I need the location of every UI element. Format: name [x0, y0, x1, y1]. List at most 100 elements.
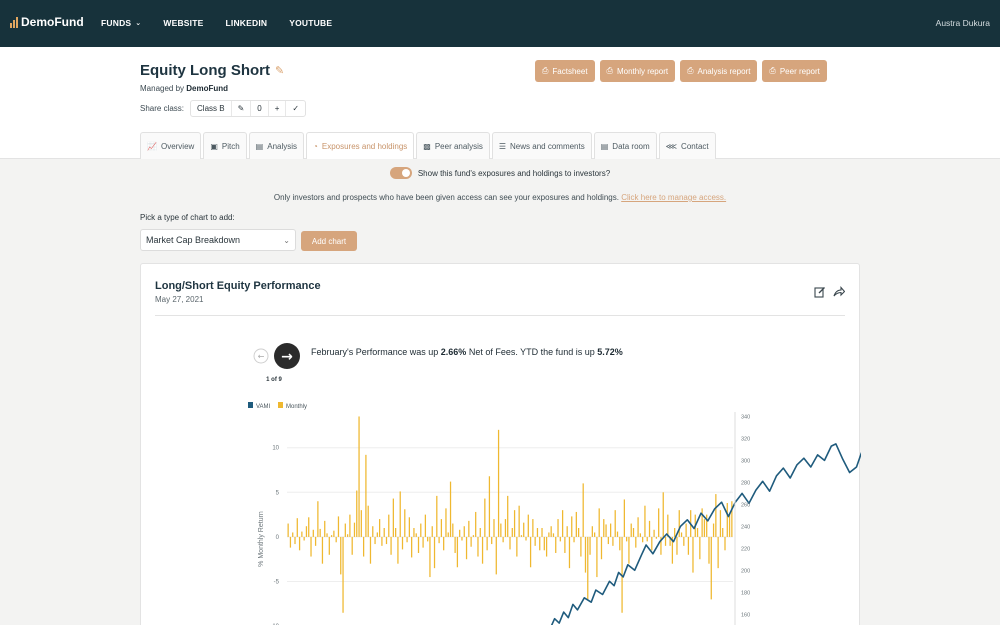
share-class-value[interactable]: Class B — [191, 101, 232, 116]
monthly-bar[interactable] — [340, 536, 342, 575]
monthly-bar[interactable] — [443, 536, 445, 551]
monthly-bar[interactable] — [511, 528, 513, 537]
monthly-bar[interactable] — [614, 510, 616, 537]
monthly-bar[interactable] — [335, 536, 337, 543]
monthly-bar[interactable] — [486, 536, 488, 551]
monthly-bar[interactable] — [525, 536, 527, 541]
monthly-bar[interactable] — [456, 536, 459, 568]
monthly-bar[interactable] — [303, 536, 305, 541]
monthly-bar[interactable] — [429, 536, 431, 578]
monthly-bar[interactable] — [710, 536, 712, 600]
monthly-bar[interactable] — [479, 528, 481, 537]
monthly-bar[interactable] — [628, 536, 630, 564]
edit-share-class-icon[interactable]: ✎ — [232, 101, 252, 116]
monthly-bar[interactable] — [703, 519, 706, 537]
monthly-bar[interactable] — [619, 536, 621, 551]
monthly-bar[interactable] — [571, 516, 573, 537]
monthly-bar[interactable] — [539, 536, 541, 551]
monthly-bar[interactable] — [678, 510, 680, 537]
monthly-bar[interactable] — [392, 498, 394, 537]
monthly-bar[interactable] — [447, 532, 449, 537]
monthly-bar[interactable] — [461, 536, 463, 541]
monthly-bar[interactable] — [680, 532, 683, 537]
monthly-bar[interactable] — [344, 523, 346, 537]
monthly-bar[interactable] — [401, 536, 404, 550]
monthly-bar[interactable] — [395, 528, 397, 537]
monthly-bar[interactable] — [692, 536, 694, 573]
monthly-bar[interactable] — [509, 536, 511, 550]
monthly-bar[interactable] — [646, 536, 648, 542]
monthly-bar[interactable] — [559, 536, 561, 542]
monthly-bar[interactable] — [433, 536, 436, 569]
tab-contact[interactable]: ⋘ Contact — [658, 132, 716, 159]
monthly-bar[interactable] — [317, 501, 319, 537]
monthly-bar[interactable] — [488, 476, 491, 537]
monthly-bar[interactable] — [594, 532, 596, 537]
monthly-bar[interactable] — [376, 532, 378, 537]
monthly-bar[interactable] — [603, 519, 605, 537]
monthly-bar[interactable] — [568, 536, 571, 569]
monthly-bar[interactable] — [417, 536, 420, 553]
monthly-bar[interactable] — [507, 495, 509, 537]
monthly-report-button[interactable]: ⎙ Monthly report — [599, 60, 676, 82]
monthly-bar[interactable] — [436, 495, 438, 537]
nav-item-website[interactable]: WEBSITE — [163, 18, 203, 28]
monthly-bar[interactable] — [298, 536, 301, 551]
monthly-bar[interactable] — [541, 528, 543, 537]
monthly-bar[interactable] — [383, 528, 385, 537]
monthly-bar[interactable] — [495, 536, 497, 575]
monthly-bar[interactable] — [696, 528, 699, 537]
monthly-bar[interactable] — [449, 481, 452, 537]
monthly-bar[interactable] — [463, 526, 465, 537]
legend-label-vami[interactable]: VAMI — [256, 404, 271, 410]
monthly-bar[interactable] — [397, 536, 399, 564]
monthly-bar[interactable] — [715, 494, 717, 537]
user-menu[interactable]: Austra Dukura — [936, 18, 990, 28]
monthly-bar[interactable] — [381, 536, 383, 546]
monthly-bar[interactable] — [513, 510, 516, 537]
monthly-bar[interactable] — [561, 510, 564, 537]
monthly-bar[interactable] — [312, 529, 314, 537]
show-exposures-toggle[interactable] — [389, 167, 412, 179]
monthly-bar[interactable] — [385, 536, 388, 545]
monthly-bar[interactable] — [289, 536, 292, 548]
monthly-bar[interactable] — [653, 529, 655, 537]
monthly-bar[interactable] — [337, 516, 340, 537]
monthly-bar[interactable] — [712, 523, 715, 537]
monthly-bar[interactable] — [591, 526, 593, 537]
monthly-bar[interactable] — [589, 536, 591, 555]
monthly-bar[interactable] — [626, 536, 628, 542]
monthly-bar[interactable] — [708, 536, 710, 564]
monthly-bar[interactable] — [582, 483, 584, 537]
monthly-bar[interactable] — [445, 508, 447, 537]
monthly-bar[interactable] — [454, 536, 456, 553]
tab-exposures-and-holdings[interactable]: ◔ Exposures and holdings — [306, 132, 415, 159]
monthly-bar[interactable] — [550, 526, 552, 537]
monthly-bar[interactable] — [635, 536, 637, 548]
monthly-bar[interactable] — [555, 536, 557, 553]
monthly-bar[interactable] — [532, 519, 534, 537]
monthly-bar[interactable] — [685, 523, 687, 537]
monthly-bar[interactable] — [584, 536, 587, 573]
monthly-bar[interactable] — [427, 536, 429, 542]
monthly-bar[interactable] — [406, 536, 408, 543]
monthly-bar[interactable] — [424, 514, 427, 537]
monthly-bar[interactable] — [637, 517, 639, 537]
monthly-bar[interactable] — [367, 505, 369, 537]
monthly-bar[interactable] — [319, 528, 321, 537]
monthly-bar[interactable] — [481, 536, 484, 564]
monthly-bar[interactable] — [399, 491, 401, 537]
monthly-bar[interactable] — [342, 536, 344, 613]
monthly-bar[interactable] — [610, 523, 612, 537]
nav-item-linkedin[interactable]: LINKEDIN — [225, 18, 267, 28]
monthly-bar[interactable] — [664, 536, 667, 546]
tab-analysis[interactable]: ▤ Analysis — [248, 132, 305, 159]
add-share-class-button[interactable]: + — [269, 101, 287, 116]
monthly-bar[interactable] — [369, 536, 372, 564]
check-icon[interactable]: ✓ — [286, 101, 305, 116]
monthly-bar[interactable] — [459, 529, 461, 537]
monthly-bar[interactable] — [612, 536, 614, 546]
monthly-bar[interactable] — [351, 536, 353, 555]
tab-pitch[interactable]: ▣ Pitch — [203, 132, 247, 159]
tab-data-room[interactable]: ▤ Data room — [593, 132, 657, 159]
